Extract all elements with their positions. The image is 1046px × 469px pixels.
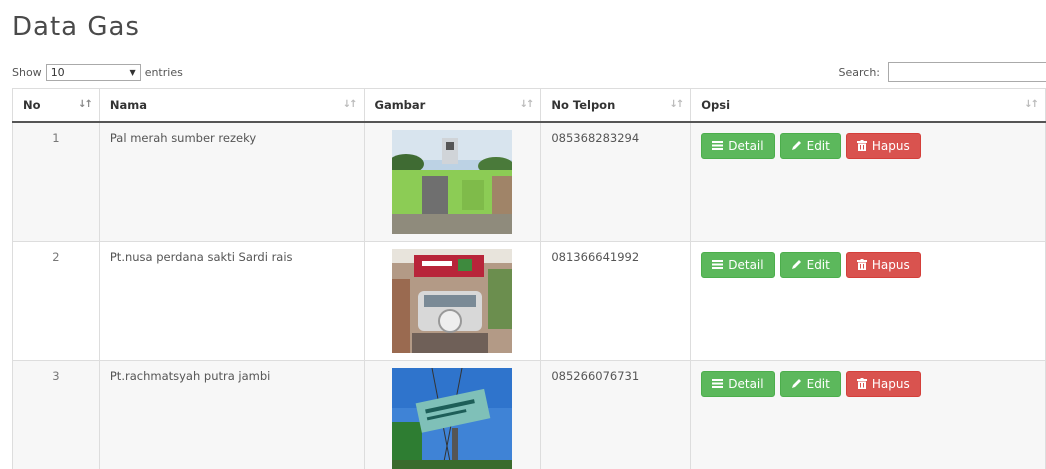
cell-no: 3 [12, 360, 100, 469]
gas-station-photo [392, 129, 513, 234]
data-table: No ↓↑ Nama ↓↑ Gambar ↓↑ No Telpon ↓↑ Ops… [12, 88, 1046, 469]
entries-label: entries [144, 66, 183, 79]
edit-button[interactable]: Edit [779, 251, 841, 278]
list-icon [712, 379, 724, 388]
search-label: Search: [838, 65, 881, 79]
column-header-no[interactable]: No ↓↑ [12, 88, 100, 123]
edit-button[interactable]: Edit [779, 132, 841, 159]
hapus-button[interactable]: Hapus [845, 370, 921, 397]
row-actions: Detail Edit Hapus [701, 251, 1035, 278]
sort-icon: ↓↑ [1024, 99, 1039, 110]
trash-icon [856, 259, 867, 270]
cell-no-telpon: 085266076731 [540, 360, 692, 469]
sort-icon: ↓↑ [342, 99, 358, 110]
cell-opsi: Detail Edit Hapus [690, 360, 1046, 469]
cell-nama: Pt.nusa perdana sakti Sardi rais [99, 241, 365, 361]
row-actions: Detail Edit Hapus [701, 132, 1035, 159]
table-row: 3 Pt.rachmatsyah putra jambi 08526607673… [12, 360, 1046, 469]
entries-select[interactable]: 10 ▼ [45, 64, 141, 81]
column-header-gambar[interactable]: Gambar ↓↑ [364, 88, 542, 123]
sort-icon: ↓↑ [669, 99, 684, 110]
pencil-icon [791, 260, 801, 269]
list-icon [712, 141, 724, 150]
trash-icon [856, 140, 867, 151]
sort-icon: ↓↑ [78, 99, 93, 110]
search-input[interactable] [888, 62, 1046, 82]
length-control: Show 10 ▼ entries [12, 64, 183, 81]
gas-station-photo [392, 367, 513, 469]
cell-opsi: Detail Edit Hapus [690, 121, 1046, 242]
chevron-down-icon: ▼ [129, 68, 136, 77]
column-header-no-telpon[interactable]: No Telpon ↓↑ [540, 88, 692, 123]
show-label: Show [12, 66, 42, 79]
detail-button[interactable]: Detail [701, 370, 775, 397]
table-row: 2 Pt.nusa perdana sakti Sardi rais 08136… [12, 241, 1046, 361]
gas-station-photo [392, 248, 513, 353]
cell-gambar [364, 360, 542, 469]
table-row: 1 Pal merah sumber rezeky 085368283294 D… [12, 121, 1046, 242]
pencil-icon [791, 141, 801, 150]
trash-icon [856, 378, 867, 389]
cell-no-telpon: 085368283294 [540, 121, 692, 242]
entries-select-value: 10 [50, 66, 65, 79]
cell-no: 1 [12, 121, 100, 242]
cell-no-telpon: 081366641992 [540, 241, 692, 361]
cell-gambar [364, 121, 542, 242]
cell-no: 2 [12, 241, 100, 361]
table-header-row: No ↓↑ Nama ↓↑ Gambar ↓↑ No Telpon ↓↑ Ops… [12, 88, 1046, 123]
column-header-opsi[interactable]: Opsi ↓↑ [690, 88, 1046, 123]
row-actions: Detail Edit Hapus [701, 370, 1035, 397]
column-header-nama[interactable]: Nama ↓↑ [99, 88, 365, 123]
hapus-button[interactable]: Hapus [845, 251, 921, 278]
cell-gambar [364, 241, 542, 361]
list-icon [712, 260, 724, 269]
search-control: Search: [839, 62, 1046, 82]
hapus-button[interactable]: Hapus [845, 132, 921, 159]
detail-button[interactable]: Detail [701, 251, 775, 278]
edit-button[interactable]: Edit [779, 370, 841, 397]
cell-nama: Pal merah sumber rezeky [99, 121, 365, 242]
page-title: Data Gas [12, 12, 140, 42]
pencil-icon [791, 379, 801, 388]
sort-icon: ↓↑ [519, 99, 535, 110]
cell-nama: Pt.rachmatsyah putra jambi [99, 360, 365, 469]
cell-opsi: Detail Edit Hapus [690, 241, 1046, 361]
detail-button[interactable]: Detail [701, 132, 775, 159]
